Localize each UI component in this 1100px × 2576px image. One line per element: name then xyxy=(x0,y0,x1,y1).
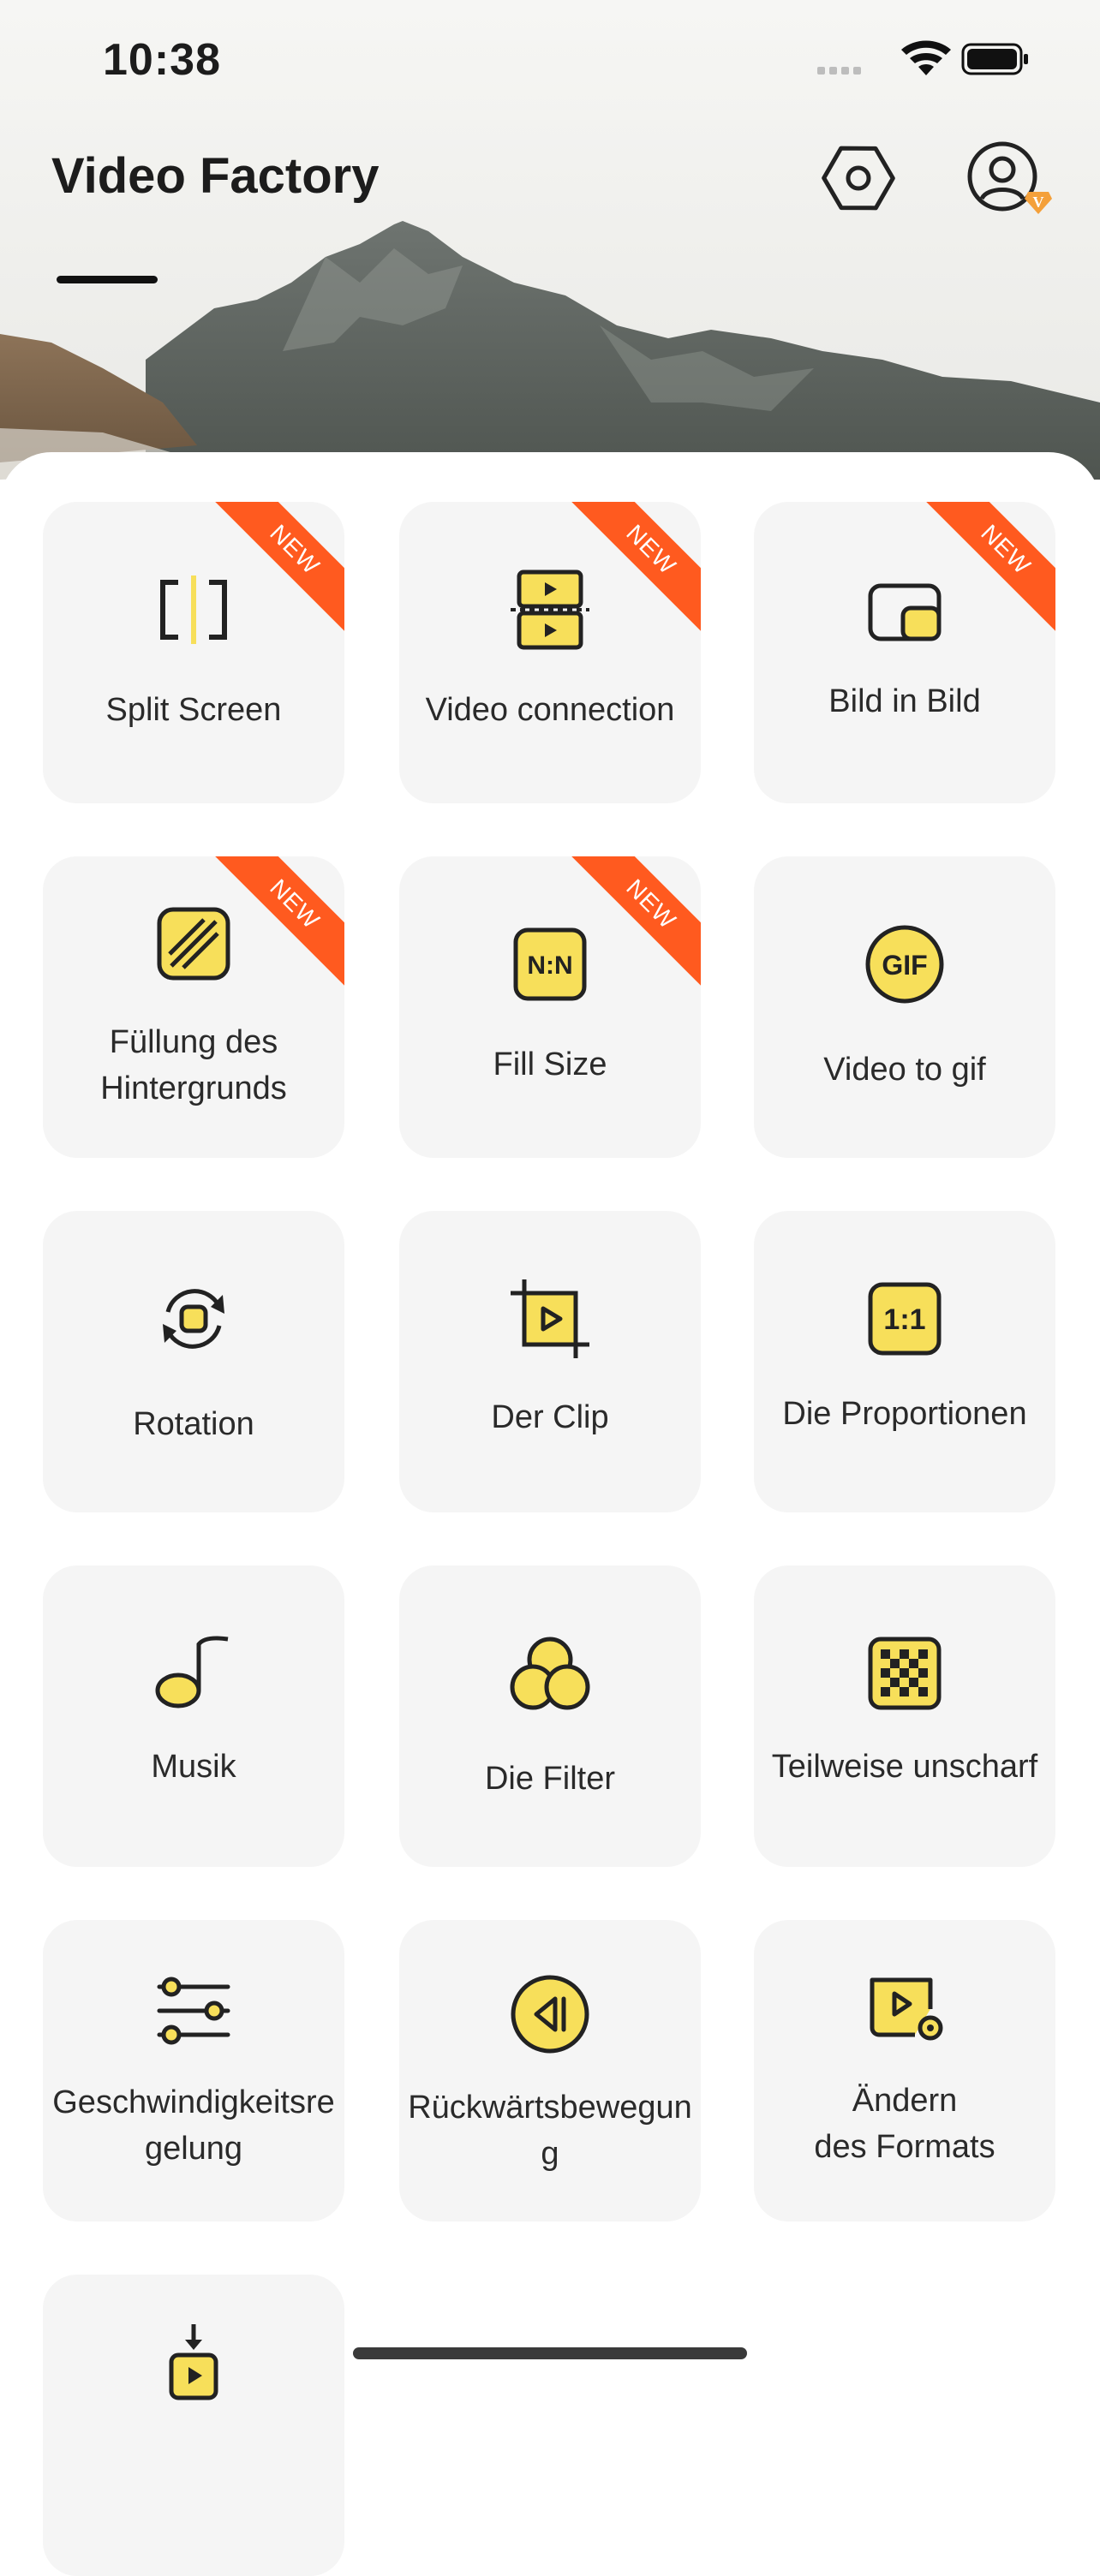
tool-label-line-2: gelung xyxy=(144,2131,243,2167)
svg-text:N:N: N:N xyxy=(527,951,572,980)
tool-label: Rotation xyxy=(133,1406,254,1442)
tool-card-format-change[interactable]: Ändern des Formats xyxy=(754,1920,1055,2221)
settings-button[interactable] xyxy=(816,135,901,221)
status-time: 10:38 xyxy=(103,35,221,85)
compress-icon xyxy=(169,2324,218,2400)
rotation-icon xyxy=(163,1289,224,1349)
title-underline xyxy=(57,276,158,283)
tool-label: Fill Size xyxy=(493,1046,607,1082)
reverse-icon xyxy=(511,1975,589,2054)
aspect-ratio-icon: 1:1 xyxy=(868,1282,942,1356)
tool-label: Bild in Bild xyxy=(828,683,981,719)
tool-card-partial-blur[interactable]: Teilweise unscharf xyxy=(754,1565,1055,1867)
battery-icon xyxy=(961,43,1028,75)
tool-label: Rückwärtsbewegun g xyxy=(399,2084,701,2177)
tool-card-rotation[interactable]: Rotation xyxy=(43,1211,344,1512)
format-change-icon xyxy=(870,1977,943,2041)
app-title: Video Factory xyxy=(51,148,380,204)
settings-hexagon-icon xyxy=(822,146,895,211)
gif-icon: GIF xyxy=(865,925,944,1004)
svg-text:GIF: GIF xyxy=(882,950,927,981)
tool-card-video-connection[interactable]: Video connection NEW xyxy=(399,502,701,803)
tool-card-filters[interactable]: Die Filter xyxy=(399,1565,701,1867)
tool-card-speed-control[interactable]: Geschwindigkeitsre gelung xyxy=(43,1920,344,2221)
tool-card-reverse[interactable]: Rückwärtsbewegun g xyxy=(399,1920,701,2221)
tool-card-background-fill[interactable]: Füllung des Hintergrunds NEW xyxy=(43,856,344,1158)
profile-button[interactable]: V xyxy=(961,135,1052,221)
tool-label-line-2: des Formats xyxy=(814,2129,995,2165)
tool-card-music[interactable]: Musik xyxy=(43,1565,344,1867)
video-connection-icon xyxy=(511,569,589,650)
tool-label-line-1: Geschwindigkeitsre xyxy=(52,2084,335,2120)
tool-card-clip[interactable]: Der Clip xyxy=(399,1211,701,1512)
speed-sliders-icon xyxy=(157,1977,230,2045)
tool-label-line-1: Rückwärtsbewegun xyxy=(408,2090,692,2126)
svg-text:1:1: 1:1 xyxy=(883,1303,925,1336)
wifi-icon xyxy=(901,40,951,75)
tool-label: Teilweise unscharf xyxy=(771,1749,1038,1785)
tool-label: Füllung des Hintergrunds xyxy=(43,1019,344,1112)
status-icons xyxy=(817,38,1031,85)
mosaic-blur-icon xyxy=(868,1637,942,1710)
tool-card-video-to-gif[interactable]: GIF Video to gif xyxy=(754,856,1055,1158)
tool-card-fill-size[interactable]: N:N Fill Size NEW xyxy=(399,856,701,1158)
picture-in-picture-icon xyxy=(868,583,942,641)
tool-card-proportions[interactable]: 1:1 Die Proportionen xyxy=(754,1211,1055,1512)
tool-label-line-1: Füllung des xyxy=(109,1024,278,1060)
tool-label: Geschwindigkeitsre gelung xyxy=(43,2079,344,2172)
status-bar: 10:38 xyxy=(0,0,1100,120)
tool-label: Ändern des Formats xyxy=(754,2078,1055,2170)
filters-icon xyxy=(510,1637,590,1710)
tool-label: Der Clip xyxy=(491,1399,609,1435)
background-fill-icon xyxy=(157,907,230,981)
tool-label: Video to gif xyxy=(823,1052,986,1088)
tool-label: Video connection xyxy=(425,692,675,728)
tool-label: Die Filter xyxy=(484,1761,616,1797)
tool-label: Die Proportionen xyxy=(782,1396,1027,1432)
tool-label: Split Screen xyxy=(105,692,282,728)
music-note-icon xyxy=(155,1636,229,1708)
user-vip-icon: V xyxy=(967,141,1052,214)
crop-clip-icon xyxy=(511,1279,589,1358)
split-screen-icon xyxy=(160,575,227,644)
tool-label-line-1: Ändern xyxy=(852,2083,958,2119)
svg-text:V: V xyxy=(1033,194,1044,211)
home-indicator xyxy=(353,2347,747,2359)
fill-size-icon: N:N xyxy=(513,927,587,1001)
tool-card-split-screen[interactable]: Split Screen NEW xyxy=(43,502,344,803)
cellular-signal-icon xyxy=(817,67,861,75)
tool-label-line-2: g xyxy=(541,2136,559,2172)
tool-card-compress[interactable] xyxy=(43,2275,344,2576)
tool-label-line-2: Hintergrunds xyxy=(100,1070,287,1106)
tool-card-picture-in-picture[interactable]: Bild in Bild NEW xyxy=(754,502,1055,803)
tool-label: Musik xyxy=(151,1749,236,1785)
